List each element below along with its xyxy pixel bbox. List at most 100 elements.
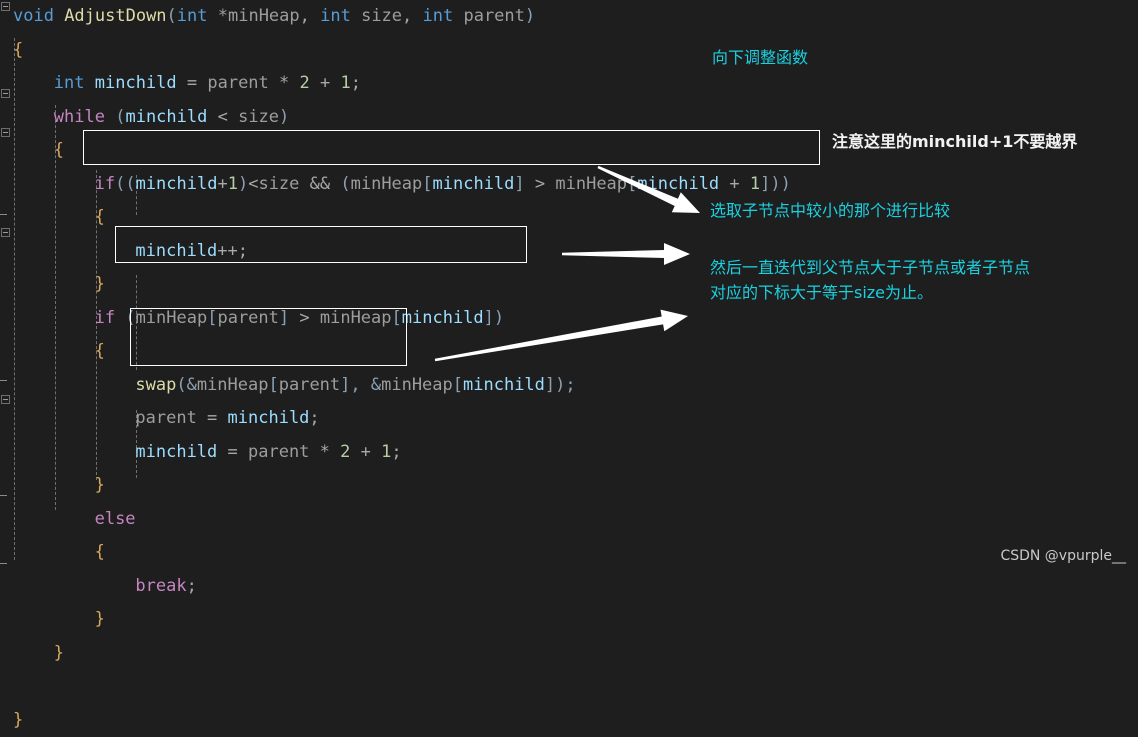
- code-editor-surface: void AdjustDown(int *minHeap, int size, …: [0, 0, 1138, 572]
- code-token: parent: [279, 375, 340, 395]
- code-line: }: [0, 268, 791, 302]
- code-line: minchild++;: [0, 235, 791, 269]
- code-token: size: [258, 174, 299, 194]
- code-token: minchild: [433, 174, 515, 194]
- code-token: <: [207, 107, 238, 127]
- code-token: parent: [135, 408, 196, 428]
- code-token: 1: [750, 174, 760, 194]
- code-token: swap: [135, 375, 176, 395]
- code-line: while (minchild < size): [0, 101, 791, 135]
- code-line: }: [0, 637, 791, 671]
- code-line: }: [0, 704, 791, 737]
- code-token: size: [361, 6, 402, 26]
- code-token: >: [525, 174, 556, 194]
- code-token: (: [167, 6, 177, 26]
- code-line: [0, 670, 791, 704]
- code-token: {: [95, 207, 105, 227]
- code-token: (&: [176, 375, 196, 395]
- code-line: }: [0, 603, 791, 637]
- code-token: minHeap: [136, 308, 208, 328]
- code-line: parent = minchild;: [0, 402, 791, 436]
- code-token: +: [217, 174, 227, 194]
- code-token: ]);: [545, 375, 576, 395]
- code-token: ): [525, 6, 535, 26]
- code-token: 1: [340, 73, 350, 93]
- code-line: if (minHeap[parent] > minHeap[minchild]): [0, 302, 791, 336]
- code-token: minchild: [463, 375, 545, 395]
- code-token: parent: [207, 73, 268, 93]
- code-token: minHeap: [351, 174, 423, 194]
- code-token: [: [422, 174, 432, 194]
- code-line: int minchild = parent * 2 + 1;: [0, 67, 791, 101]
- code-token: }: [54, 643, 64, 663]
- csdn-watermark: CSDN @vpurple__: [1000, 548, 1126, 564]
- code-token: =: [177, 73, 208, 93]
- annotation-pick-smaller: 选取子节点中较小的那个进行比较: [710, 198, 1130, 223]
- code-line: if((minchild+1)<size && (minHeap[minchil…: [0, 168, 791, 202]
- code-token: int: [54, 73, 95, 93]
- code-token: minchild: [135, 241, 217, 261]
- code-token: parent: [248, 442, 309, 462]
- code-token: int: [320, 6, 361, 26]
- code-token: }: [95, 609, 105, 629]
- code-token: ]: [514, 174, 524, 194]
- code-token: minHeap: [381, 375, 453, 395]
- code-token: 1: [381, 442, 391, 462]
- code-token: =: [217, 442, 248, 462]
- code-token: +: [310, 73, 341, 93]
- code-token: if: [95, 308, 126, 328]
- code-token: ;: [391, 442, 401, 462]
- code-token: {: [13, 40, 23, 60]
- code-token: *: [269, 73, 300, 93]
- code-line: swap(&minHeap[parent], &minHeap[minchild…: [0, 369, 791, 403]
- code-token: ((: [115, 174, 135, 194]
- code-token: }: [95, 274, 105, 294]
- code-token: ,: [300, 6, 320, 26]
- code-token: {: [95, 542, 105, 562]
- code-token: ): [279, 107, 289, 127]
- code-line: break;: [0, 570, 791, 604]
- code-line: }: [0, 469, 791, 503]
- code-token: ;: [351, 73, 361, 93]
- code-token: parent: [463, 6, 524, 26]
- code-token: ]): [484, 308, 504, 328]
- code-line: {: [0, 335, 791, 369]
- code-token: else: [95, 509, 136, 529]
- code-token: ++;: [217, 241, 248, 261]
- code-token: minHeap: [555, 174, 627, 194]
- code-line: minchild = parent * 2 + 1;: [0, 436, 791, 470]
- code-token: &&: [299, 174, 340, 194]
- code-token: ]: [279, 308, 289, 328]
- code-token: size: [238, 107, 279, 127]
- code-line: {: [0, 536, 791, 570]
- code-token: ])): [760, 174, 791, 194]
- code-token: minchild: [95, 73, 177, 93]
- code-token: minchild: [125, 107, 207, 127]
- code-token: ;: [187, 576, 197, 596]
- annotation-fn-purpose: 向下调整函数: [712, 45, 1012, 70]
- code-token: void: [13, 6, 64, 26]
- code-token: [: [453, 375, 463, 395]
- code-token: minchild: [136, 174, 218, 194]
- code-token: int: [423, 6, 464, 26]
- code-token: 2: [340, 442, 350, 462]
- code-token: [: [627, 174, 637, 194]
- code-token: (: [340, 174, 350, 194]
- annotation-iterate-note: 然后一直迭代到父节点大于子节点或者子节点 对应的下标大于等于size为止。: [710, 255, 1138, 305]
- code-line: {: [0, 34, 791, 68]
- annotation-bounds-note: 注意这里的minchild+1不要越界: [832, 129, 1138, 154]
- code-line: else: [0, 503, 791, 537]
- code-token: minHeap: [320, 308, 392, 328]
- code-token: ;: [309, 408, 319, 428]
- code-line: {: [0, 201, 791, 235]
- code-token: <: [248, 174, 258, 194]
- code-token: parent: [217, 308, 278, 328]
- source-code-block: void AdjustDown(int *minHeap, int size, …: [0, 0, 791, 737]
- code-token: minchild: [402, 308, 484, 328]
- code-token: }: [95, 475, 105, 495]
- code-token: (: [125, 308, 135, 328]
- code-token: *minHeap: [218, 6, 300, 26]
- code-token: minHeap: [197, 375, 269, 395]
- code-token: }: [13, 710, 23, 730]
- code-token: 1: [228, 174, 238, 194]
